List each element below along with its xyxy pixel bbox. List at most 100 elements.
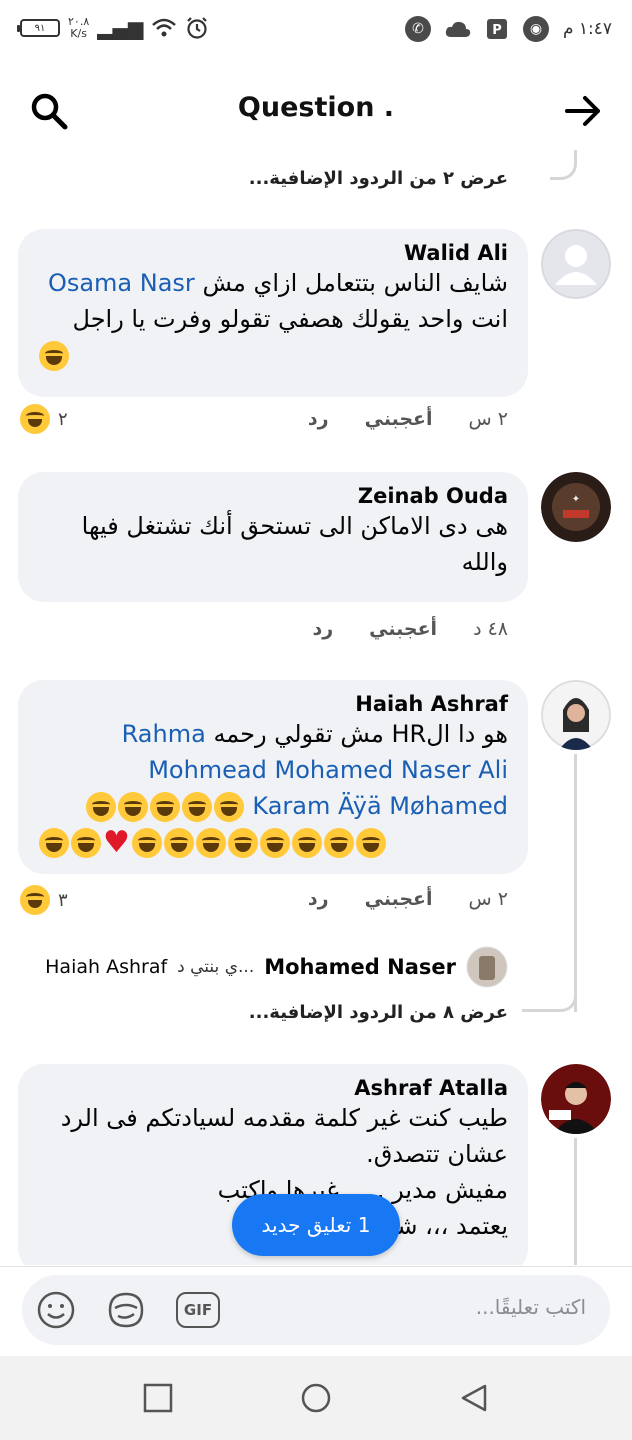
gif-button[interactable]: GIF [176, 1292, 220, 1328]
recents-icon[interactable] [142, 1382, 174, 1414]
view-more-replies-link[interactable]: عرض ٢ من الردود الإضافية... [249, 168, 508, 189]
comment-actions: ٤٨ د أعجبني رد [312, 618, 508, 640]
emoji-icon[interactable] [36, 1290, 76, 1330]
haha-reaction-icon [20, 885, 50, 915]
reaction-summary[interactable]: ٢ [20, 404, 68, 434]
comment-author[interactable]: Zeinab Ouda [38, 484, 508, 508]
reply-author[interactable]: Mohamed Naser [264, 955, 456, 979]
comment-text-line: طيب كنت غير كلمة مقدمه لسيادتكم فى الرد [60, 1104, 508, 1132]
comment-author[interactable]: Ashraf Atalla [38, 1076, 508, 1100]
mention-link[interactable]: Osama Nasr [48, 269, 195, 297]
net-speed-unit: K/s [70, 27, 87, 40]
mention-link[interactable]: Rahma [122, 720, 206, 748]
sticker-icon[interactable] [106, 1290, 146, 1330]
comment-actions: ٢ س أعجبني رد [308, 888, 508, 910]
alarm-icon [187, 17, 208, 39]
laughing-emoji-icon [163, 828, 194, 858]
mention-link[interactable]: Mohmead Mohamed Naser Ali [38, 752, 508, 788]
like-button[interactable]: أعجبني [369, 618, 437, 640]
home-icon[interactable] [300, 1382, 332, 1414]
avatar[interactable]: ✦ [541, 472, 611, 542]
laughing-emoji-icon [259, 828, 290, 858]
network-speed: ٢٠.٨ K/s [68, 16, 89, 40]
chrome-icon: ◉ [522, 16, 549, 42]
reply-button[interactable]: رد [312, 618, 333, 640]
laughing-emoji-icon [39, 828, 69, 858]
comment-text-line: انت واحد يقولك هصفي تقولو وفرت يا راجل [72, 305, 508, 333]
avatar[interactable] [466, 946, 508, 988]
laughing-emoji-icon [227, 828, 258, 858]
status-right: ✆ P ◉ ١:٤٧ م [404, 16, 612, 42]
system-nav-bar [0, 1356, 632, 1440]
like-button[interactable]: أعجبني [365, 408, 433, 430]
reaction-summary[interactable]: ٣ [20, 885, 68, 915]
emoji-group [85, 792, 245, 822]
laughing-emoji-icon [181, 792, 212, 822]
clock: ١:٤٧ م [562, 19, 612, 39]
reply-button[interactable]: رد [308, 408, 329, 430]
haha-reaction-icon [20, 404, 50, 434]
view-more-replies-link[interactable]: عرض ٨ من الردود الإضافية... [249, 1002, 508, 1023]
laughing-emoji-icon [71, 828, 101, 858]
comments-feed[interactable]: عرض ٢ من الردود الإضافية... Walid Ali شا… [0, 150, 632, 1265]
comment-text-line: Karam Äÿä Møhamed [38, 788, 508, 824]
comment-author[interactable]: Haiah Ashraf [38, 692, 508, 716]
mention-link[interactable]: Karam Äÿä Møhamed [252, 792, 508, 820]
laughing-emoji-icon [195, 828, 226, 858]
avatar[interactable] [541, 229, 611, 299]
battery-icon: ٩١ [17, 19, 60, 37]
comment-bubble[interactable]: Haiah Ashraf هو دا الHR مش تقولي رحمه Ra… [18, 680, 528, 874]
laughing-emoji-icon [39, 341, 69, 371]
svg-text:P: P [492, 23, 502, 38]
comment-time: ٤٨ د [473, 618, 508, 640]
powerpoint-icon: P [486, 19, 507, 39]
comment-bubble[interactable]: Zeinab Ouda هى دى الاماكن الى تستحق أنك … [18, 472, 528, 602]
emoji-row: ♥ [38, 824, 508, 860]
laughing-emoji-icon [213, 792, 244, 822]
signal-icon: ▂▄▆ [97, 16, 144, 40]
avatar[interactable] [541, 1064, 611, 1134]
comment-time: ٢ س [468, 888, 508, 910]
comment-actions: ٢ س أعجبني رد [308, 408, 508, 430]
reaction-count: ٣ [58, 889, 68, 911]
battery-level: ٩١ [34, 22, 46, 34]
emoji-row [38, 337, 508, 373]
comment-text-part: شايف الناس بتتعامل ازاي مش [202, 269, 508, 297]
thread-connector [522, 972, 577, 1012]
divider [0, 1266, 632, 1267]
avatar[interactable] [541, 680, 611, 750]
reply-snippet: ي بنتي د... [177, 957, 255, 977]
comment-time: ٢ س [468, 408, 508, 430]
comment-text: هى دى الاماكن الى تستحق أنك تشتغل فيها و… [81, 512, 508, 576]
comment-bubble[interactable]: Walid Ali شايف الناس بتتعامل ازاي مش Osa… [18, 229, 528, 397]
comment-text-line: عشان تتصدق. [366, 1140, 508, 1168]
status-bar: ٩١ ٢٠.٨ K/s ▂▄▆ ✆ P ◉ ١:٤٧ م [0, 0, 632, 62]
laughing-emoji-icon [291, 828, 322, 858]
comment-input[interactable]: اكتب تعليقًا... [476, 1295, 586, 1319]
like-button[interactable]: أعجبني [365, 888, 433, 910]
comment-author[interactable]: Walid Ali [38, 241, 508, 265]
wifi-icon [152, 18, 177, 37]
laughing-emoji-icon [323, 828, 354, 858]
heart-emoji-icon: ♥ [103, 825, 130, 860]
forward-arrow-icon[interactable] [562, 90, 604, 132]
top-app-bar: Question . [0, 78, 632, 142]
laughing-emoji-icon [117, 792, 148, 822]
page-title: Question . [237, 92, 395, 123]
laughing-emoji-icon [149, 792, 180, 822]
thread-line [574, 1138, 577, 1265]
new-comment-toast[interactable]: 1 تعليق جديد [232, 1194, 400, 1256]
back-icon[interactable] [458, 1382, 490, 1414]
reply-preview[interactable]: Haiah Ashraf ي بنتي د... Mohamed Naser [45, 946, 508, 988]
comment-text: شايف الناس بتتعامل ازاي مش Osama Nasr [38, 265, 508, 301]
reply-tagged-user[interactable]: Haiah Ashraf [45, 956, 167, 978]
cloud-icon [445, 21, 471, 37]
comment-text: هو دا الHR مش تقولي رحمه Rahma [38, 716, 508, 752]
svg-text:✦: ✦ [572, 494, 580, 505]
laughing-emoji-icon [85, 792, 116, 822]
phone-icon: ✆ [404, 16, 431, 42]
gif-label: GIF [183, 1301, 213, 1319]
comment-composer[interactable]: GIF اكتب تعليقًا... [22, 1275, 610, 1345]
thread-connector [550, 150, 577, 180]
reply-button[interactable]: رد [308, 888, 329, 910]
